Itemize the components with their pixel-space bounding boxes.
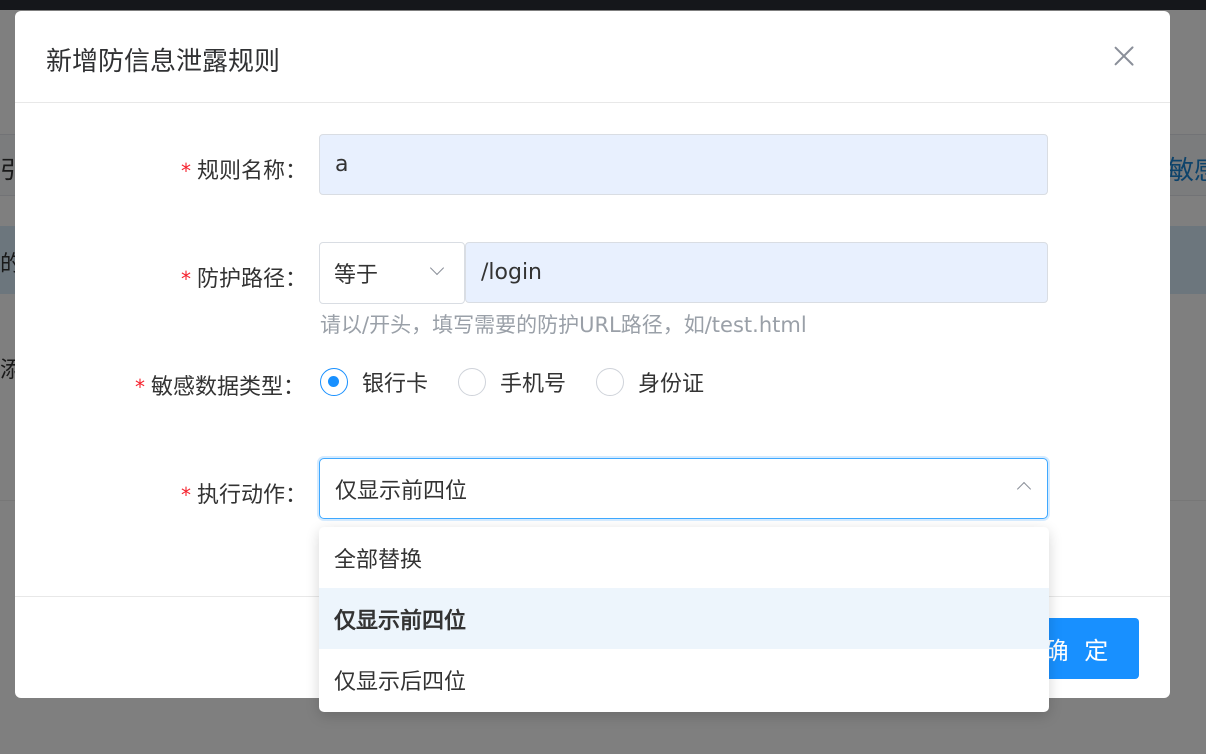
dialog-title: 新增防信息泄露规则 xyxy=(46,47,281,77)
radio-unchecked-icon xyxy=(596,368,625,396)
action-label: * 执行动作： xyxy=(181,483,308,508)
radio-unchecked-icon xyxy=(458,368,487,396)
action-value: 仅显示前四位 xyxy=(335,478,468,504)
rule-name-value: a xyxy=(335,152,349,177)
action-dropdown: 全部替换 仅显示前四位 仅显示后四位 xyxy=(319,527,1049,712)
path-match-select[interactable]: 等于 xyxy=(319,242,465,304)
required-mark: * xyxy=(181,483,191,507)
radio-label: 银行卡 xyxy=(362,372,429,397)
chevron-down-icon xyxy=(429,260,445,276)
path-label: * 防护路径： xyxy=(181,267,308,292)
required-mark: * xyxy=(181,159,191,183)
dropdown-option-last-four[interactable]: 仅显示后四位 xyxy=(319,649,1049,710)
radio-id-card[interactable]: 身份证 xyxy=(596,366,704,398)
radio-checked-icon xyxy=(320,368,348,396)
close-icon[interactable] xyxy=(1109,41,1139,71)
data-type-radio-group: 银行卡 手机号 身份证 xyxy=(320,367,734,397)
rule-name-input[interactable]: a xyxy=(319,134,1048,195)
chevron-up-icon xyxy=(1016,481,1032,497)
radio-phone[interactable]: 手机号 xyxy=(458,366,566,398)
dropdown-option-replace-all[interactable]: 全部替换 xyxy=(319,527,1049,588)
radio-label: 身份证 xyxy=(638,372,705,397)
action-select[interactable]: 仅显示前四位 xyxy=(319,458,1048,519)
rule-name-label: * 规则名称： xyxy=(181,159,308,184)
dropdown-option-first-four[interactable]: 仅显示前四位 xyxy=(319,588,1049,649)
required-mark: * xyxy=(135,375,145,399)
data-type-label: * 敏感数据类型： xyxy=(135,375,306,400)
radio-bank-card[interactable]: 银行卡 xyxy=(320,366,428,398)
required-mark: * xyxy=(181,267,191,291)
path-input[interactable]: /login xyxy=(465,242,1048,303)
dialog-header: 新增防信息泄露规则 xyxy=(15,11,1170,103)
path-hint: 请以/开头，填写需要的防护URL路径，如/test.html xyxy=(320,313,807,337)
path-value: /login xyxy=(481,260,543,285)
path-match-value: 等于 xyxy=(334,263,379,288)
radio-label: 手机号 xyxy=(500,372,567,397)
